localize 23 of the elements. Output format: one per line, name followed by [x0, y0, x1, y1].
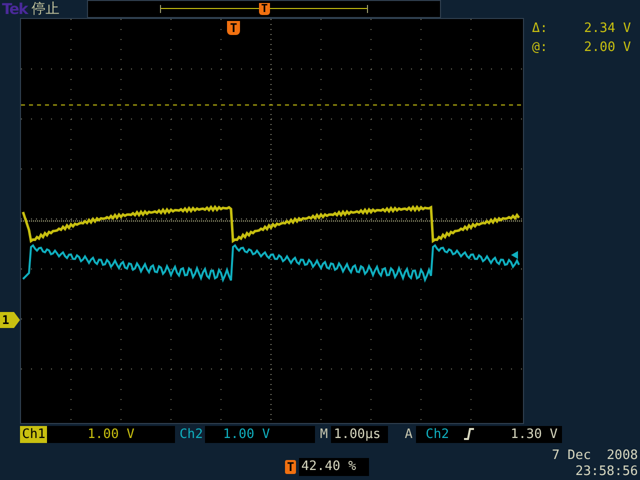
trigger-position-icon: T [285, 460, 296, 474]
readout-label: @: [532, 39, 549, 56]
date-text: 7 Dec 2008 [552, 448, 638, 464]
trigger-label: A [404, 426, 414, 442]
channel-scale: 1.00 V [47, 426, 176, 442]
timebase-label: M [318, 426, 329, 442]
acquisition-status: 停止 [31, 0, 60, 18]
brand-logo: Tek [2, 0, 28, 18]
channel-label: Ch1 [20, 426, 48, 442]
trigger-marker: T [227, 21, 240, 35]
time-text: 23:58:56 [575, 464, 638, 480]
trigger-marker: T [259, 3, 270, 15]
channel-level-icon [511, 251, 518, 259]
channel-marker: 1 [0, 312, 20, 328]
channel-label: Ch2 [178, 426, 204, 442]
trigger-level: 1.30 V [510, 426, 558, 442]
trigger-position-value: 42.40 % [299, 458, 370, 476]
channel-scale: 1.00 V [204, 426, 315, 442]
trigger-source: Ch2 [426, 426, 450, 442]
readout-value: 2.00 V [584, 39, 631, 56]
readout-label: Δ: [532, 20, 549, 37]
readout-value: 2.34 V [584, 20, 631, 37]
timebase-value: 1.00µs [330, 426, 388, 442]
